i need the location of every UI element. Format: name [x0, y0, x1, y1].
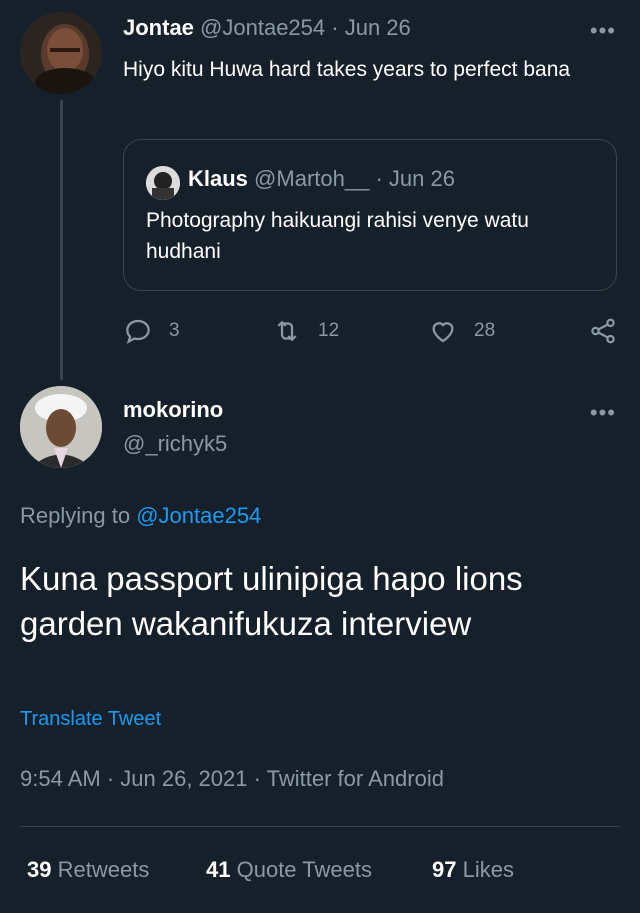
retweets-stat[interactable]: 39 Retweets — [27, 857, 149, 883]
likes-label: Likes — [462, 857, 514, 882]
share-icon — [591, 318, 615, 344]
like-count: 28 — [474, 320, 496, 341]
like-icon — [432, 322, 454, 343]
quote-date: Jun 26 — [388, 166, 455, 191]
main-tweet-text: Kuna passport ulinipiga hapo lions garde… — [20, 560, 523, 642]
replying-prefix: Replying to — [20, 503, 131, 528]
replying-to-line: Replying to @Jontae254 — [20, 503, 261, 529]
translate-tweet-link[interactable]: Translate Tweet — [20, 708, 161, 731]
retweet-icon — [277, 320, 297, 342]
likes-count: 97 — [432, 857, 457, 882]
avatar-jontae[interactable] — [20, 12, 102, 94]
like-action[interactable]: 28 — [428, 316, 495, 346]
tweet-timestamp-meta[interactable]: 9:54 AM · Jun 26, 2021 · Twitter for And… — [20, 766, 444, 792]
reply-icon — [126, 319, 150, 344]
main-display-name[interactable]: mokorino — [123, 397, 223, 422]
tweet-text: Hiyo kitu Huwa hard takes years to perfe… — [123, 58, 571, 81]
quote-header: Klaus @Martoh__ · Jun 26 — [188, 165, 455, 193]
handle[interactable]: @Jontae254 — [200, 15, 325, 40]
quotes-count: 41 — [206, 857, 231, 882]
quoted-tweet-card[interactable]: Klaus @Martoh__ · Jun 26 Photography hai… — [123, 139, 617, 291]
more-icon[interactable]: ••• — [590, 402, 616, 424]
quote-separator: · — [375, 166, 383, 191]
divider — [20, 826, 620, 827]
retweets-count: 39 — [27, 857, 52, 882]
likes-stat[interactable]: 97 Likes — [432, 857, 514, 883]
retweet-count: 12 — [318, 320, 340, 341]
thread-connector — [60, 100, 63, 380]
reply-action[interactable]: 3 — [123, 316, 180, 346]
retweets-label: Retweets — [57, 857, 150, 882]
main-display-name-row: mokorino — [123, 396, 223, 424]
quote-display-name: Klaus — [188, 166, 248, 191]
display-name[interactable]: Jontae — [123, 15, 194, 40]
retweet-action[interactable]: 12 — [272, 316, 339, 346]
quotes-label: Quote Tweets — [236, 857, 372, 882]
more-icon[interactable]: ••• — [590, 20, 616, 42]
share-action[interactable] — [588, 316, 618, 346]
avatar-mokorino[interactable] — [20, 386, 102, 468]
quote-handle: @Martoh__ — [254, 166, 370, 191]
avatar-klaus[interactable] — [146, 166, 180, 200]
separator: · — [331, 15, 339, 40]
tweet-date[interactable]: Jun 26 — [345, 15, 411, 40]
reply-count: 3 — [169, 320, 180, 341]
tweet-header: Jontae @Jontae254 · Jun 26 — [123, 14, 411, 42]
quote-text: Photography haikuangi rahisi venye watu … — [146, 209, 529, 263]
quote-tweets-stat[interactable]: 41 Quote Tweets — [206, 857, 372, 883]
replying-to-link[interactable]: @Jontae254 — [136, 503, 261, 528]
main-handle[interactable]: @_richyk5 — [123, 430, 227, 458]
